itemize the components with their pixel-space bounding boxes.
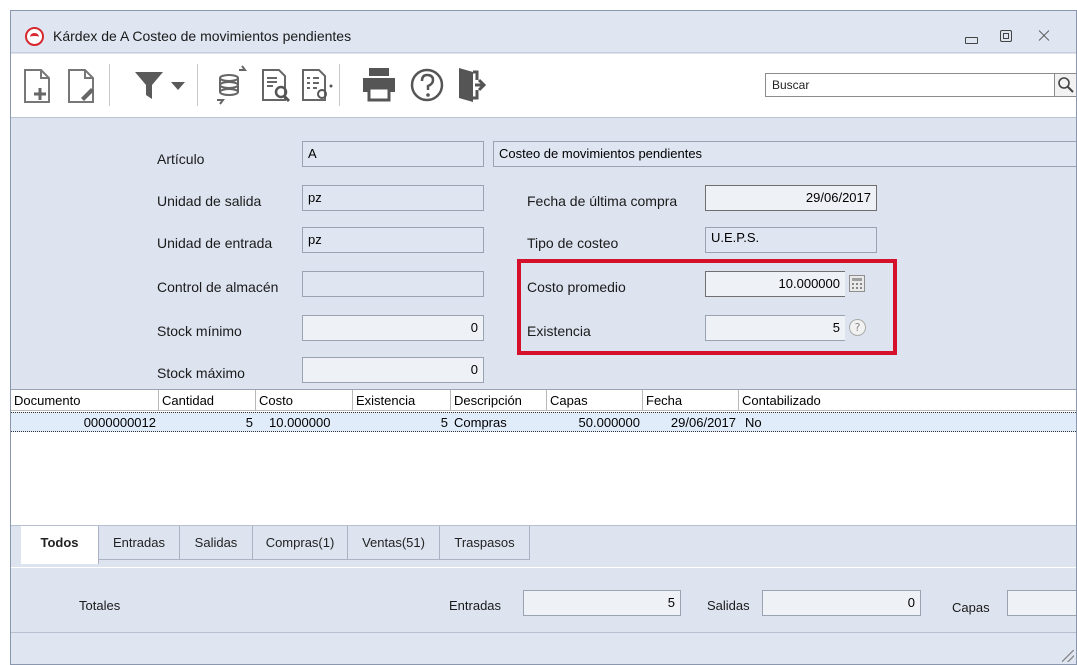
report-view-icon[interactable] [257, 62, 293, 108]
exit-icon[interactable] [451, 62, 491, 108]
help-icon[interactable] [407, 62, 447, 108]
column-header[interactable]: Cantidad [159, 390, 256, 411]
maximize-button[interactable] [994, 25, 1016, 45]
table-cell: No [745, 415, 762, 430]
table-cell: 5 [245, 415, 253, 430]
totals-panel: Totales Entradas 5 Salidas 0 Capas [11, 567, 1076, 631]
filter-tabs: Todos Entradas Salidas Compras(1) Ventas… [11, 525, 1076, 567]
article-form: Artículo A Costeo de movimientos pendien… [11, 119, 1076, 389]
control-almacen-label: Control de almacén [157, 279, 279, 295]
status-bar [11, 632, 1076, 664]
unidad-entrada-label: Unidad de entrada [157, 235, 273, 251]
control-almacen-field[interactable] [302, 271, 484, 297]
tab-salidas[interactable]: Salidas [180, 526, 253, 560]
resize-grip-icon[interactable] [1062, 650, 1074, 662]
minimize-button[interactable] [959, 25, 981, 45]
unidad-salida-label: Unidad de salida [157, 193, 262, 209]
column-header[interactable]: Documento [11, 390, 159, 411]
print-icon[interactable] [359, 62, 399, 108]
kardex-window: Kárdex de A Costeo de movimientos pendie… [10, 10, 1077, 665]
edit-document-icon[interactable] [63, 62, 99, 108]
toolbar: Buscar [11, 54, 1076, 118]
tab-traspasos[interactable]: Traspasos [440, 526, 530, 560]
column-header[interactable]: Costo [256, 390, 353, 411]
app-logo-icon [25, 27, 44, 46]
filter-icon[interactable] [131, 62, 167, 108]
recalculate-costs-icon[interactable] [213, 62, 249, 108]
new-document-icon[interactable] [19, 62, 55, 108]
tab-ventas[interactable]: Ventas(51) [348, 526, 440, 560]
magnifier-icon [1058, 77, 1074, 93]
column-header[interactable]: Descripción [451, 390, 547, 411]
entradas-total-label: Entradas [449, 598, 502, 613]
toolbar-separator [197, 64, 198, 106]
table-cell: 0000000012 [83, 415, 156, 430]
tab-compras[interactable]: Compras(1) [253, 526, 348, 560]
table-cell: 29/06/2017 [670, 415, 736, 430]
column-header[interactable]: Capas [547, 390, 643, 411]
tipo-costeo-label: Tipo de costeo [527, 235, 619, 251]
unidad-entrada-field[interactable]: pz [302, 227, 484, 253]
search-input[interactable]: Buscar [765, 73, 1055, 97]
column-header[interactable]: Contabilizado [739, 390, 1076, 411]
articulo-field[interactable]: A [302, 141, 484, 167]
unidad-salida-field[interactable]: pz [302, 185, 484, 211]
window-title: Kárdex de A Costeo de movimientos pendie… [53, 28, 352, 44]
totales-label: Totales [79, 598, 121, 613]
stock-maximo-label: Stock máximo [157, 365, 245, 381]
filter-dropdown-icon[interactable] [169, 62, 187, 108]
fecha-compra-label: Fecha de última compra [527, 193, 678, 209]
movements-grid[interactable]: Documento Cantidad Costo Existencia Desc… [11, 389, 1076, 525]
column-header[interactable]: Existencia [353, 390, 451, 411]
stock-maximo-field[interactable]: 0 [302, 357, 484, 383]
table-cell: 50.000000 [578, 415, 640, 430]
salidas-total-field[interactable]: 0 [762, 590, 921, 616]
close-button[interactable] [1033, 25, 1055, 45]
report-options-icon[interactable] [297, 62, 333, 108]
fecha-compra-field[interactable]: 29/06/2017 [705, 185, 877, 211]
table-cell: 10.000000 [269, 415, 331, 430]
grid-header: Documento Cantidad Costo Existencia Desc… [11, 390, 1076, 411]
tab-todos[interactable]: Todos [21, 526, 99, 564]
capas-total-label: Capas [952, 600, 990, 615]
highlight-box [517, 259, 897, 355]
salidas-total-label: Salidas [707, 598, 750, 613]
table-row[interactable]: 0000000012 5 10.000000 5 Compras 50.0000… [11, 412, 1076, 432]
search-button[interactable] [1055, 73, 1076, 97]
table-cell: 5 [440, 415, 448, 430]
title-bar[interactable]: Kárdex de A Costeo de movimientos pendie… [11, 11, 1076, 53]
articulo-label: Artículo [157, 151, 205, 167]
descripcion-field[interactable]: Costeo de movimientos pendientes [493, 141, 1076, 167]
entradas-total-field[interactable]: 5 [523, 590, 681, 616]
table-cell: Compras [454, 415, 507, 430]
tab-entradas[interactable]: Entradas [99, 526, 180, 560]
stock-minimo-label: Stock mínimo [157, 323, 242, 339]
toolbar-separator [109, 64, 110, 106]
capas-total-field[interactable] [1007, 590, 1076, 616]
toolbar-separator [339, 64, 340, 106]
stock-minimo-field[interactable]: 0 [302, 315, 484, 341]
column-header[interactable]: Fecha [643, 390, 739, 411]
tipo-costeo-field[interactable]: U.E.P.S. [705, 227, 877, 253]
